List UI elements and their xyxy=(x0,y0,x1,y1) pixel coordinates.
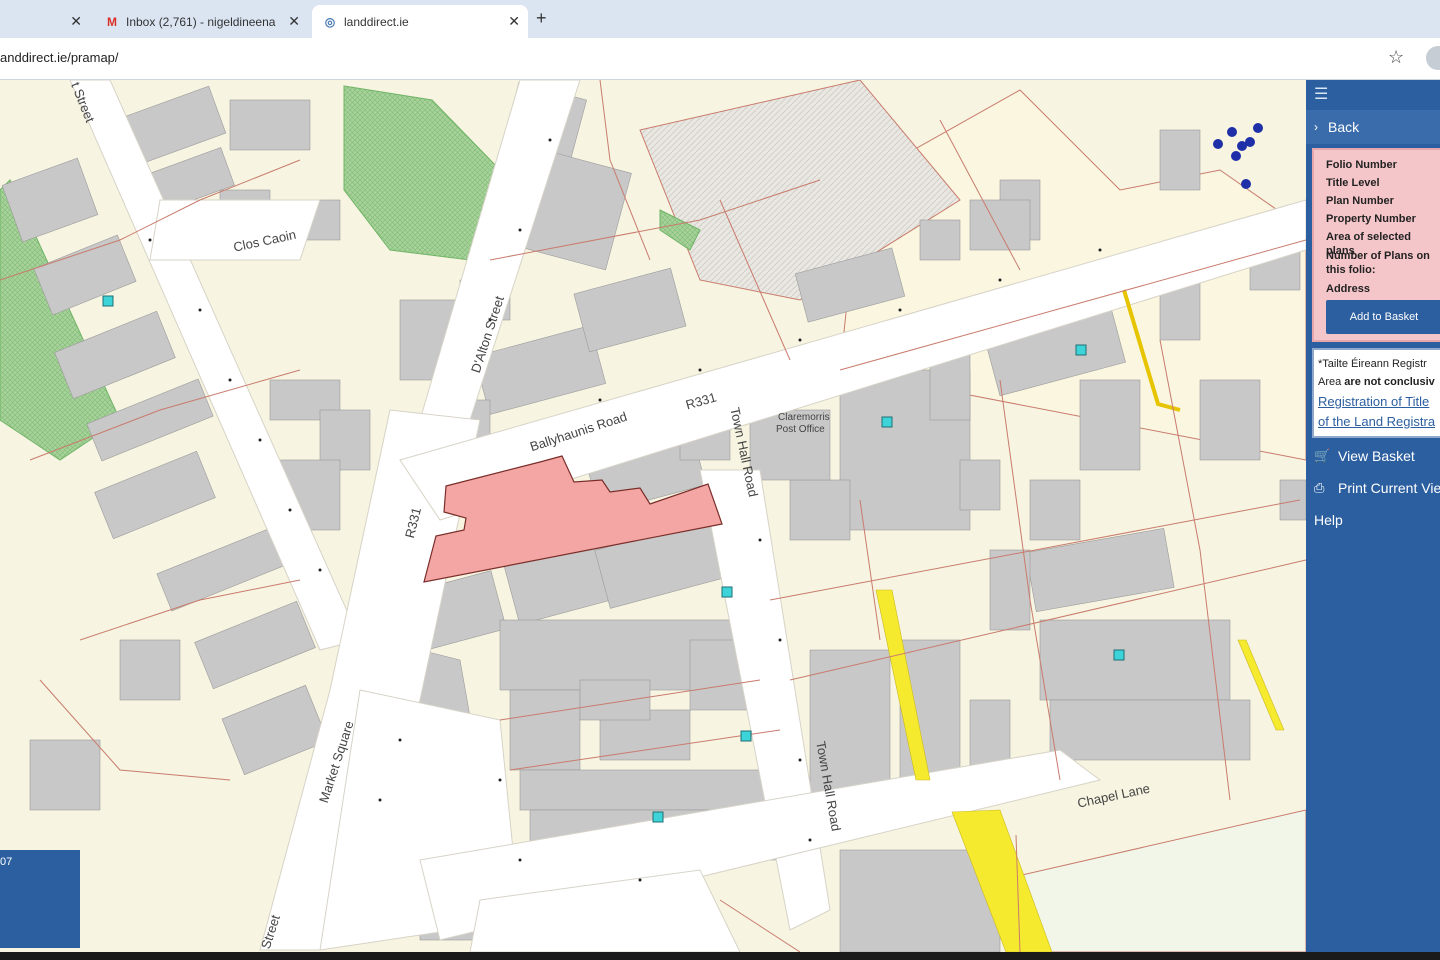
back-label: Back xyxy=(1328,119,1360,135)
browser-tab-bar: ✕ M Inbox (2,761) - nigeldineenaucti ✕ ◎… xyxy=(0,0,1440,38)
view-basket-label: View Basket xyxy=(1338,448,1415,464)
back-button[interactable]: › Back xyxy=(1306,110,1440,144)
info-label: Property Number xyxy=(1326,213,1416,225)
avatar[interactable] xyxy=(1426,46,1440,70)
bookmark-star-icon[interactable]: ☆ xyxy=(1388,47,1404,68)
info-label: Folio Number xyxy=(1326,159,1397,171)
url-field[interactable]: anddirect.ie/pramap/ xyxy=(0,50,119,65)
notice-prefix: Area xyxy=(1318,376,1345,388)
info-label: Address xyxy=(1326,283,1371,295)
notice-text: *Tailte Éireann Registr xyxy=(1318,358,1427,370)
help-label: Help xyxy=(1314,512,1343,528)
notice-box: *Tailte Éireann Registr Area are not con… xyxy=(1312,348,1440,438)
info-label: Plan Number xyxy=(1326,195,1394,207)
printer-icon: ⎙ xyxy=(1314,480,1325,495)
hamburger-menu-icon[interactable]: ☰ xyxy=(1314,84,1330,104)
notice-bold: are not conclusiv xyxy=(1344,376,1435,388)
info-label: this folio: xyxy=(1326,264,1376,276)
browser-tab-1[interactable]: ✕ xyxy=(0,5,90,38)
tab-label: Inbox (2,761) - nigeldineenaucti xyxy=(126,14,276,29)
close-icon[interactable]: ✕ xyxy=(508,13,520,30)
chevron-right-icon: › xyxy=(1314,120,1318,134)
scale-box: 07 xyxy=(0,850,80,948)
cart-icon: 🛒 xyxy=(1314,448,1331,463)
browser-tab-landdirect[interactable]: ◎ landdirect.ie ✕ xyxy=(312,5,528,38)
poi-label: Post Office xyxy=(776,424,825,435)
address-bar: anddirect.ie/pramap/ ☆ xyxy=(0,38,1440,80)
map-graphics xyxy=(0,80,1306,952)
tab-label: landdirect.ie xyxy=(344,14,409,29)
notice-text: Area are not conclusiv xyxy=(1318,376,1435,388)
gmail-icon: M xyxy=(107,14,117,29)
add-to-basket-button[interactable]: Add to Basket xyxy=(1326,300,1440,334)
new-tab-button[interactable]: + xyxy=(536,8,547,29)
registration-link[interactable]: Registration of Title xyxy=(1318,394,1429,409)
globe-icon: ◎ xyxy=(324,14,336,29)
info-label: Number of Plans on xyxy=(1326,250,1430,262)
poi-label: Claremorris xyxy=(778,412,830,423)
help-link[interactable]: Help xyxy=(1314,512,1343,528)
browser-tab-inbox[interactable]: M Inbox (2,761) - nigeldineenaucti ✕ xyxy=(94,5,308,38)
taskbar xyxy=(0,952,1440,960)
info-label: Title Level xyxy=(1326,177,1380,189)
land-registry-link[interactable]: of the Land Registra xyxy=(1318,414,1435,429)
folio-info-box: Folio Number Title Level Plan Number Pro… xyxy=(1312,148,1440,342)
close-icon[interactable]: ✕ xyxy=(288,13,300,30)
side-panel: ☰ › Back Folio Number Title Level Plan N… xyxy=(1306,80,1440,952)
print-view-label: Print Current Vie xyxy=(1338,480,1440,496)
close-icon[interactable]: ✕ xyxy=(70,13,82,30)
map-canvas[interactable]: t Street Clos Caoin D'Alton Street Bally… xyxy=(0,80,1306,952)
view-basket-link[interactable]: 🛒 View Basket xyxy=(1314,448,1415,464)
scale-text: 07 xyxy=(0,856,13,868)
print-view-link[interactable]: ⎙ Print Current Vie xyxy=(1314,480,1440,496)
